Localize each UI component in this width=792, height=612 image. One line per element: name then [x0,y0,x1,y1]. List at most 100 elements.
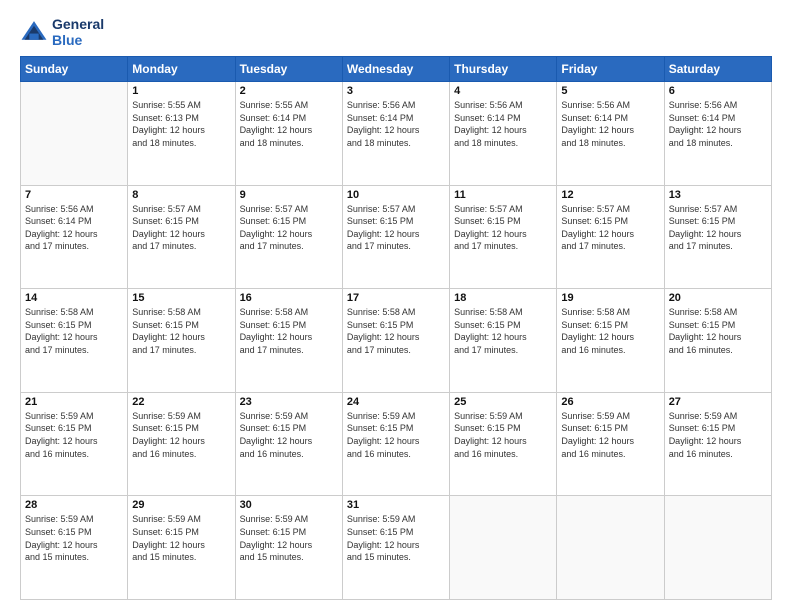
day-info: Sunrise: 5:59 AM Sunset: 6:15 PM Dayligh… [347,410,445,460]
day-info: Sunrise: 5:56 AM Sunset: 6:14 PM Dayligh… [454,99,552,149]
day-number: 2 [240,85,338,97]
calendar-cell: 29 Sunrise: 5:59 AM Sunset: 6:15 PM Dayli… [128,496,235,600]
day-info: Sunrise: 5:59 AM Sunset: 6:15 PM Dayligh… [25,410,123,460]
day-number: 29 [132,499,230,511]
day-info: Sunrise: 5:58 AM Sunset: 6:15 PM Dayligh… [561,306,659,356]
day-info: Sunrise: 5:56 AM Sunset: 6:14 PM Dayligh… [25,203,123,253]
week-row-1: 1Sunrise: 5:55 AM Sunset: 6:13 PM Daylig… [21,82,772,186]
day-number: 10 [347,189,445,201]
day-info: Sunrise: 5:59 AM Sunset: 6:15 PM Dayligh… [240,410,338,460]
weekday-thursday: Thursday [450,57,557,82]
calendar-cell: 17 Sunrise: 5:58 AM Sunset: 6:15 PM Dayli… [342,289,449,393]
day-number: 8 [132,189,230,201]
day-number: 31 [347,499,445,511]
day-number: 15 [132,292,230,304]
calendar-cell: 20 Sunrise: 5:58 AM Sunset: 6:15 PM Dayli… [664,289,771,393]
calendar-cell: 4 Sunrise: 5:56 AM Sunset: 6:14 PM Daylig… [450,82,557,186]
day-number: 24 [347,396,445,408]
day-info: Sunrise: 5:57 AM Sunset: 6:15 PM Dayligh… [454,203,552,253]
calendar-cell: 19 Sunrise: 5:58 AM Sunset: 6:15 PM Dayli… [557,289,664,393]
day-info: Sunrise: 5:58 AM Sunset: 6:15 PM Dayligh… [132,306,230,356]
calendar-cell: 27 Sunrise: 5:59 AM Sunset: 6:15 PM Dayli… [664,392,771,496]
weekday-header: SundayMondayTuesdayWednesdayThursdayFrid… [21,57,772,82]
weekday-monday: Monday [128,57,235,82]
day-number: 11 [454,189,552,201]
weekday-tuesday: Tuesday [235,57,342,82]
day-number: 6 [669,85,767,97]
day-number: 27 [669,396,767,408]
calendar-cell: 25 Sunrise: 5:59 AM Sunset: 6:15 PM Dayli… [450,392,557,496]
day-number: 20 [669,292,767,304]
day-number: 3 [347,85,445,97]
calendar-table: SundayMondayTuesdayWednesdayThursdayFrid… [20,56,772,600]
calendar-cell: 15 Sunrise: 5:58 AM Sunset: 6:15 PM Dayli… [128,289,235,393]
calendar-cell: 18 Sunrise: 5:58 AM Sunset: 6:15 PM Dayli… [450,289,557,393]
day-info: Sunrise: 5:55 AM Sunset: 6:14 PM Dayligh… [240,99,338,149]
calendar-cell: 14 Sunrise: 5:58 AM Sunset: 6:15 PM Dayli… [21,289,128,393]
week-row-5: 28 Sunrise: 5:59 AM Sunset: 6:15 PM Dayli… [21,496,772,600]
weekday-saturday: Saturday [664,57,771,82]
calendar-cell: 11 Sunrise: 5:57 AM Sunset: 6:15 PM Dayli… [450,185,557,289]
week-row-3: 14 Sunrise: 5:58 AM Sunset: 6:15 PM Dayli… [21,289,772,393]
calendar-cell [664,496,771,600]
day-number: 13 [669,189,767,201]
day-info: Sunrise: 5:59 AM Sunset: 6:15 PM Dayligh… [132,513,230,563]
calendar-cell: 10 Sunrise: 5:57 AM Sunset: 6:15 PM Dayli… [342,185,449,289]
day-info: Sunrise: 5:59 AM Sunset: 6:15 PM Dayligh… [347,513,445,563]
calendar-cell: 30Sunrise: 5:59 AM Sunset: 6:15 PM Dayli… [235,496,342,600]
day-info: Sunrise: 5:57 AM Sunset: 6:15 PM Dayligh… [561,203,659,253]
calendar-cell: 1Sunrise: 5:55 AM Sunset: 6:13 PM Daylig… [128,82,235,186]
day-number: 17 [347,292,445,304]
calendar-cell [450,496,557,600]
day-number: 23 [240,396,338,408]
calendar-cell: 3 Sunrise: 5:56 AM Sunset: 6:14 PM Daylig… [342,82,449,186]
day-info: Sunrise: 5:58 AM Sunset: 6:15 PM Dayligh… [454,306,552,356]
day-info: Sunrise: 5:59 AM Sunset: 6:15 PM Dayligh… [669,410,767,460]
calendar-cell: 28 Sunrise: 5:59 AM Sunset: 6:15 PM Dayli… [21,496,128,600]
calendar-cell: 5Sunrise: 5:56 AM Sunset: 6:14 PM Daylig… [557,82,664,186]
day-info: Sunrise: 5:58 AM Sunset: 6:15 PM Dayligh… [669,306,767,356]
calendar-cell: 21 Sunrise: 5:59 AM Sunset: 6:15 PM Dayli… [21,392,128,496]
day-number: 18 [454,292,552,304]
day-number: 30 [240,499,338,511]
calendar-cell: 9Sunrise: 5:57 AM Sunset: 6:15 PM Daylig… [235,185,342,289]
day-number: 4 [454,85,552,97]
day-number: 14 [25,292,123,304]
day-number: 25 [454,396,552,408]
weekday-friday: Friday [557,57,664,82]
calendar-cell: 24 Sunrise: 5:59 AM Sunset: 6:15 PM Dayli… [342,392,449,496]
header: General Blue [20,16,772,48]
day-info: Sunrise: 5:59 AM Sunset: 6:15 PM Dayligh… [25,513,123,563]
day-info: Sunrise: 5:58 AM Sunset: 6:15 PM Dayligh… [347,306,445,356]
day-number: 1 [132,85,230,97]
day-info: Sunrise: 5:56 AM Sunset: 6:14 PM Dayligh… [669,99,767,149]
day-info: Sunrise: 5:59 AM Sunset: 6:15 PM Dayligh… [132,410,230,460]
day-number: 16 [240,292,338,304]
day-info: Sunrise: 5:59 AM Sunset: 6:15 PM Dayligh… [561,410,659,460]
day-number: 21 [25,396,123,408]
day-info: Sunrise: 5:58 AM Sunset: 6:15 PM Dayligh… [25,306,123,356]
logo: General Blue [20,16,104,48]
weekday-wednesday: Wednesday [342,57,449,82]
day-number: 22 [132,396,230,408]
calendar-cell: 23 Sunrise: 5:59 AM Sunset: 6:15 PM Dayli… [235,392,342,496]
day-info: Sunrise: 5:57 AM Sunset: 6:15 PM Dayligh… [132,203,230,253]
calendar-cell: 6 Sunrise: 5:56 AM Sunset: 6:14 PM Daylig… [664,82,771,186]
day-number: 7 [25,189,123,201]
day-info: Sunrise: 5:57 AM Sunset: 6:15 PM Dayligh… [347,203,445,253]
day-info: Sunrise: 5:56 AM Sunset: 6:14 PM Dayligh… [347,99,445,149]
logo-icon [20,18,48,46]
calendar-cell: 2 Sunrise: 5:55 AM Sunset: 6:14 PM Daylig… [235,82,342,186]
week-row-4: 21 Sunrise: 5:59 AM Sunset: 6:15 PM Dayli… [21,392,772,496]
day-number: 9 [240,189,338,201]
day-number: 5 [561,85,659,97]
calendar-cell: 26Sunrise: 5:59 AM Sunset: 6:15 PM Dayli… [557,392,664,496]
day-info: Sunrise: 5:59 AM Sunset: 6:15 PM Dayligh… [454,410,552,460]
calendar-cell: 22 Sunrise: 5:59 AM Sunset: 6:15 PM Dayli… [128,392,235,496]
logo-text: General Blue [52,16,104,48]
week-row-2: 7 Sunrise: 5:56 AM Sunset: 6:14 PM Daylig… [21,185,772,289]
day-info: Sunrise: 5:58 AM Sunset: 6:15 PM Dayligh… [240,306,338,356]
calendar-cell: 13Sunrise: 5:57 AM Sunset: 6:15 PM Dayli… [664,185,771,289]
day-number: 28 [25,499,123,511]
day-number: 19 [561,292,659,304]
